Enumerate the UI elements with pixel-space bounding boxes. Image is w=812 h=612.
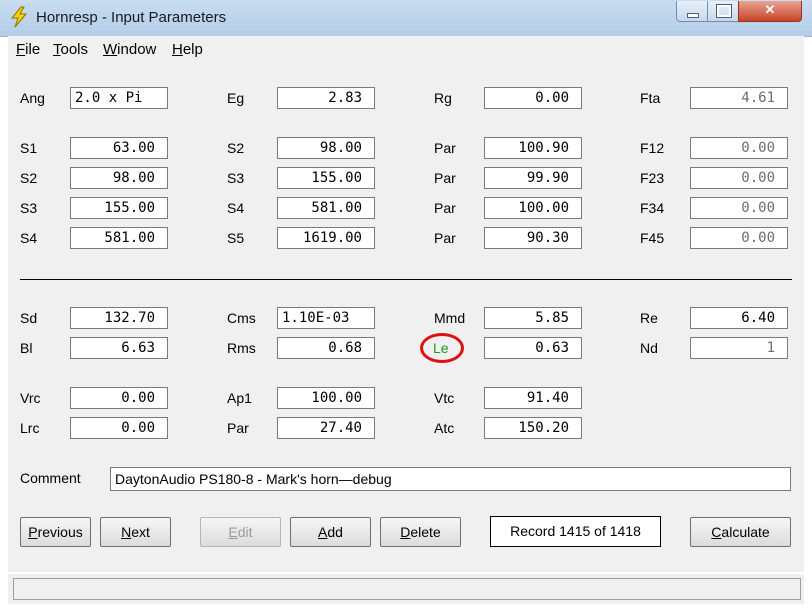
close-icon: ✕ xyxy=(764,2,776,17)
f23-label: F23 xyxy=(640,170,665,186)
par1-field[interactable]: 100.90 xyxy=(484,137,582,159)
menu-window[interactable]: Window xyxy=(103,41,156,58)
s3-label: S3 xyxy=(227,170,245,186)
window-title: Hornresp - Input Parameters xyxy=(36,9,227,26)
atc-label: Atc xyxy=(434,420,455,436)
ang-field[interactable]: 2.0 x Pi xyxy=(70,87,168,109)
f12-field: 0.00 xyxy=(690,137,788,159)
re-label: Re xyxy=(640,310,658,326)
comment-field[interactable]: DaytonAudio PS180-8 - Mark's horn—debug xyxy=(110,467,791,491)
comment-label: Comment xyxy=(20,470,81,486)
nd-label: Nd xyxy=(640,340,658,356)
next-button[interactable]: Next xyxy=(100,517,171,547)
menu-help[interactable]: Help xyxy=(172,41,203,58)
fta-label: Fta xyxy=(640,90,661,106)
rms-field[interactable]: 0.68 xyxy=(277,337,375,359)
rg-field[interactable]: 0.00 xyxy=(484,87,582,109)
lrc-label: Lrc xyxy=(20,420,40,436)
status-bar xyxy=(8,574,804,604)
s3-field[interactable]: 155.00 xyxy=(277,167,375,189)
cms-label: Cms xyxy=(227,310,256,326)
par3-label: Par xyxy=(434,200,456,216)
previous-button[interactable]: Previous xyxy=(20,517,91,547)
f12-label: F12 xyxy=(640,140,665,156)
cms-field[interactable]: 1.10E-03 xyxy=(277,307,375,329)
eg-label: Eg xyxy=(227,90,245,106)
s4-label: S4 xyxy=(227,200,245,216)
calculate-button[interactable]: Calculate xyxy=(690,517,791,547)
nd-field: 1 xyxy=(690,337,788,359)
edit-button: Edit xyxy=(200,517,281,547)
maximize-button[interactable] xyxy=(707,1,739,22)
eg-field[interactable]: 2.83 xyxy=(277,87,375,109)
re-field[interactable]: 6.40 xyxy=(690,307,788,329)
record-indicator: Record 1415 of 1418 xyxy=(490,516,661,547)
ap1-label: Ap1 xyxy=(227,390,252,406)
par5-field[interactable]: 27.40 xyxy=(277,417,375,439)
s4-label: S4 xyxy=(20,230,38,246)
s3-field[interactable]: 155.00 xyxy=(70,197,168,219)
menu-bar: File Tools Window Help xyxy=(8,36,804,62)
bl-label: Bl xyxy=(20,340,33,356)
par3-field[interactable]: 100.00 xyxy=(484,197,582,219)
sd-label: Sd xyxy=(20,310,38,326)
ang-label: Ang xyxy=(20,90,45,106)
sd-field[interactable]: 132.70 xyxy=(70,307,168,329)
s3-label: S3 xyxy=(20,200,38,216)
f34-field: 0.00 xyxy=(690,197,788,219)
rg-label: Rg xyxy=(434,90,452,106)
vrc-field[interactable]: 0.00 xyxy=(70,387,168,409)
s4-field[interactable]: 581.00 xyxy=(70,227,168,249)
f45-field: 0.00 xyxy=(690,227,788,249)
maximize-icon xyxy=(716,4,732,18)
menu-file[interactable]: File xyxy=(16,41,40,58)
par2-label: Par xyxy=(434,170,456,186)
add-button[interactable]: Add xyxy=(290,517,371,547)
s2-label: S2 xyxy=(227,140,245,156)
lrc-field[interactable]: 0.00 xyxy=(70,417,168,439)
vtc-field[interactable]: 91.40 xyxy=(484,387,582,409)
atc-field[interactable]: 150.20 xyxy=(484,417,582,439)
minimize-button[interactable] xyxy=(676,1,708,22)
f23-field: 0.00 xyxy=(690,167,788,189)
par4-field[interactable]: 90.30 xyxy=(484,227,582,249)
vtc-label: Vtc xyxy=(434,390,455,406)
s5-field[interactable]: 1619.00 xyxy=(277,227,375,249)
delete-button[interactable]: Delete xyxy=(380,517,461,547)
s1-label: S1 xyxy=(20,140,38,156)
ap1-field[interactable]: 100.00 xyxy=(277,387,375,409)
minimize-icon xyxy=(687,13,699,18)
s2-label: S2 xyxy=(20,170,38,186)
par5-label: Par xyxy=(227,420,249,436)
rms-label: Rms xyxy=(227,340,256,356)
mmd-label: Mmd xyxy=(434,310,466,326)
s4-field[interactable]: 581.00 xyxy=(277,197,375,219)
mmd-field[interactable]: 5.85 xyxy=(484,307,582,329)
par2-field[interactable]: 99.90 xyxy=(484,167,582,189)
s2-field[interactable]: 98.00 xyxy=(277,137,375,159)
section-divider xyxy=(20,279,792,280)
le-field[interactable]: 0.63 xyxy=(484,337,582,359)
lightning-bolt-icon xyxy=(10,6,28,28)
title-bar: Hornresp - Input Parameters ✕ xyxy=(0,0,812,37)
fta-field: 4.61 xyxy=(690,87,788,109)
s1-field[interactable]: 63.00 xyxy=(70,137,168,159)
close-button[interactable]: ✕ xyxy=(738,1,802,22)
status-panel xyxy=(13,578,801,600)
par1-label: Par xyxy=(434,140,456,156)
f34-label: F34 xyxy=(640,200,665,216)
f45-label: F45 xyxy=(640,230,665,246)
s5-label: S5 xyxy=(227,230,245,246)
le-label[interactable]: Le xyxy=(433,340,449,356)
s2-field[interactable]: 98.00 xyxy=(70,167,168,189)
vrc-label: Vrc xyxy=(20,390,41,406)
bl-field[interactable]: 6.63 xyxy=(70,337,168,359)
par4-label: Par xyxy=(434,230,456,246)
menu-tools[interactable]: Tools xyxy=(53,41,88,58)
